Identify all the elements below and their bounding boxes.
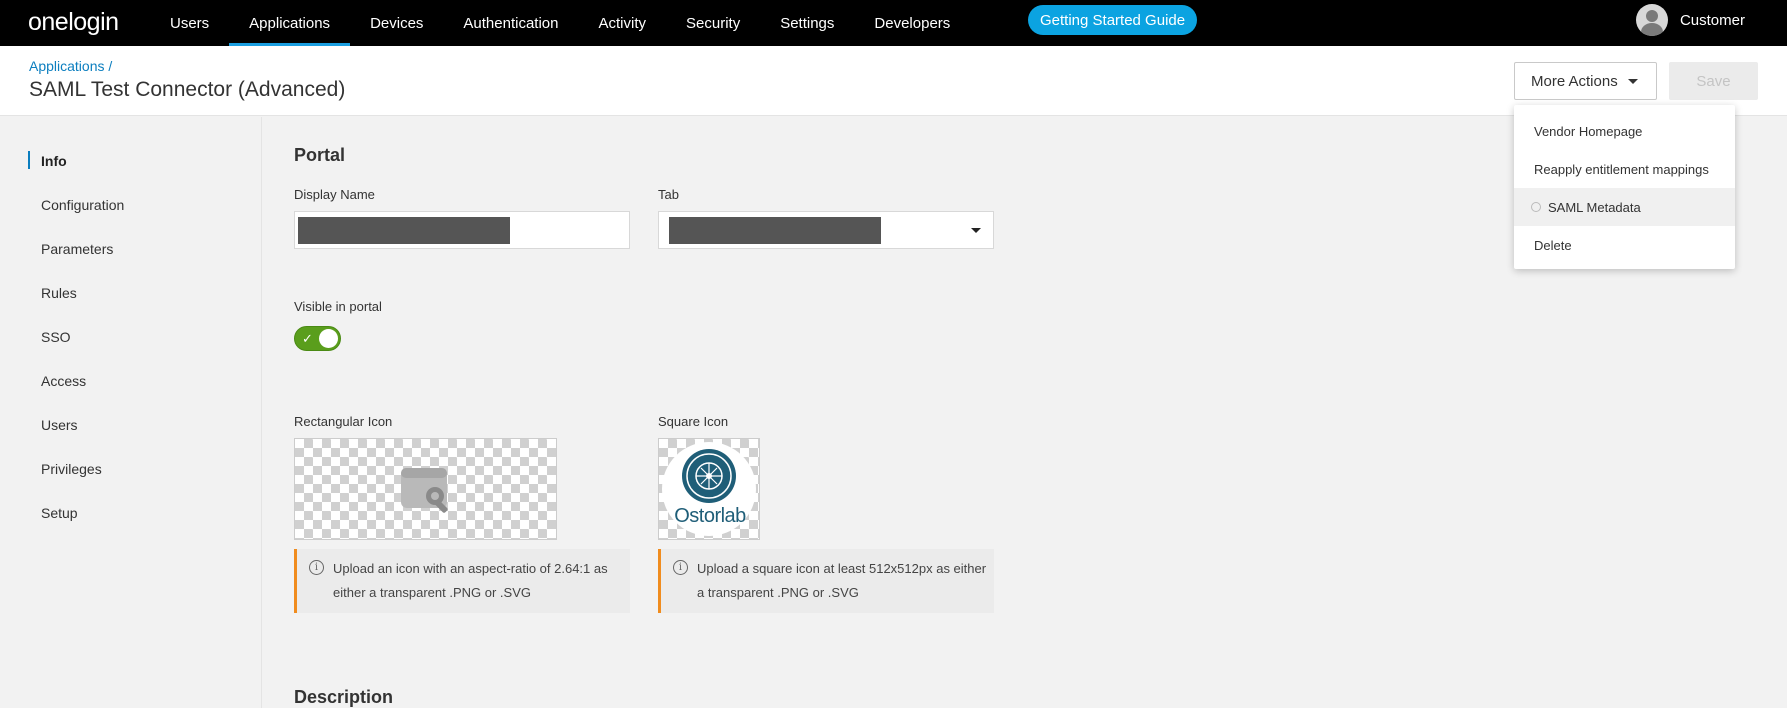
visible-in-portal-toggle[interactable]: ✓ [294,326,341,351]
sidebar-item-access[interactable]: Access [41,373,86,389]
more-actions-menu: Vendor Homepage Reapply entitlement mapp… [1514,105,1735,269]
page-title: SAML Test Connector (Advanced) [29,78,346,101]
nav-settings[interactable]: Settings [760,0,854,46]
nav-applications[interactable]: Applications [229,0,350,46]
rectangular-icon-hint-text: Upload an icon with an aspect-ratio of 2… [333,561,608,600]
menu-item-delete[interactable]: Delete [1514,226,1735,264]
user-name: Customer [1679,11,1745,29]
toggle-knob [319,329,338,348]
breadcrumb-applications[interactable]: Applications / [29,58,112,74]
visible-in-portal-label: Visible in portal [294,299,382,314]
main-nav: Users Applications Devices Authenticatio… [150,0,970,46]
loading-spinner-icon [1531,202,1541,212]
nav-security[interactable]: Security [666,0,760,46]
rectangular-icon-label: Rectangular Icon [294,414,393,429]
redacted-value [669,217,881,244]
nav-users[interactable]: Users [150,0,229,46]
sidebar-item-sso[interactable]: SSO [41,329,71,345]
info-icon: i [673,560,688,575]
ostorlab-wordmark: Ostorlab [674,505,746,527]
more-actions-button[interactable]: More Actions [1514,62,1657,100]
getting-started-guide-button[interactable]: Getting Started Guide [1028,5,1198,35]
sidebar-item-rules[interactable]: Rules [41,285,77,301]
top-navbar: onelogin Users Applications Devices Auth… [0,0,1787,46]
menu-item-vendor-homepage[interactable]: Vendor Homepage [1514,112,1735,150]
menu-item-saml-metadata[interactable]: SAML Metadata [1514,188,1735,226]
nav-authentication[interactable]: Authentication [443,0,578,46]
square-icon-label: Square Icon [658,414,729,429]
user-menu[interactable]: Customer [1635,4,1745,36]
tab-select[interactable] [658,211,994,249]
menu-item-saml-metadata-label: SAML Metadata [1548,199,1641,215]
chevron-down-icon [971,228,981,233]
info-icon: i [309,560,324,575]
tab-label: Tab [658,187,679,202]
sidebar: Info Configuration Parameters Rules SSO … [0,117,262,708]
sidebar-item-setup[interactable]: Setup [41,505,78,521]
avatar-icon [1635,4,1668,36]
check-icon: ✓ [302,331,313,346]
sidebar-item-info[interactable]: Info [41,153,67,169]
square-icon-hint-text: Upload a square icon at least 512x512px … [697,561,987,600]
app-placeholder-icon [401,468,448,513]
sidebar-item-parameters[interactable]: Parameters [41,241,113,257]
nav-activity[interactable]: Activity [579,0,667,46]
portal-section-title: Portal [294,145,346,165]
active-indicator [28,151,30,169]
caret-down-icon [1627,78,1638,84]
sidebar-item-configuration[interactable]: Configuration [41,197,124,213]
rectangular-icon-hint: i Upload an icon with an aspect-ratio of… [294,549,630,613]
display-name-input[interactable] [294,211,630,249]
sidebar-item-users[interactable]: Users [41,417,78,433]
sidebar-item-privileges[interactable]: Privileges [41,461,102,477]
rectangular-icon-upload[interactable] [294,438,557,540]
redacted-value [298,217,510,244]
onelogin-logo[interactable]: onelogin [28,8,119,37]
save-button[interactable]: Save [1669,62,1758,100]
square-icon-upload[interactable]: Ostorlab [658,438,760,540]
square-icon-hint: i Upload a square icon at least 512x512p… [658,549,994,613]
circuit-icon [682,449,736,503]
menu-item-reapply-entitlement-mappings[interactable]: Reapply entitlement mappings [1514,150,1735,188]
description-section-title: Description [294,687,394,707]
nav-developers[interactable]: Developers [854,0,970,46]
display-name-label: Display Name [294,187,375,202]
ostorlab-logo: Ostorlab [662,442,756,536]
more-actions-label: More Actions [1531,72,1618,90]
nav-devices[interactable]: Devices [350,0,443,46]
